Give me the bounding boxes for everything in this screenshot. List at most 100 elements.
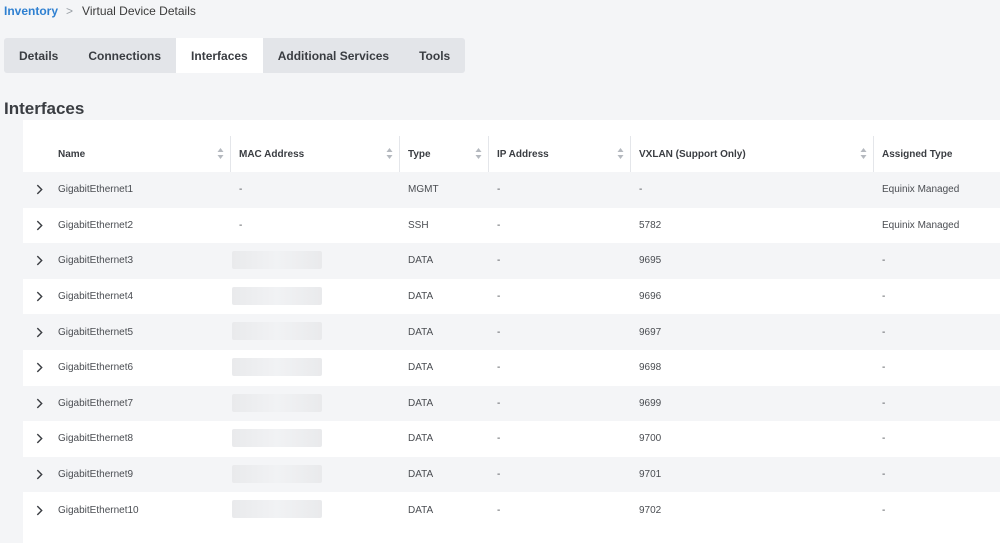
cell-assigned-type: - bbox=[882, 362, 886, 374]
cell-vxlan: 9698 bbox=[639, 362, 662, 374]
table-row[interactable]: GigabitEthernet5 DATA - 9697 - bbox=[23, 314, 1000, 350]
redacted-mac-address bbox=[232, 251, 322, 270]
redacted-mac-address bbox=[232, 429, 322, 448]
cell-type: DATA bbox=[408, 291, 434, 303]
table-row[interactable]: GigabitEthernet2 - SSH - 5782 Equinix Managed bbox=[23, 207, 1000, 244]
interfaces-table: Name MAC Address Type IP Address VXLAN (Supp… bbox=[23, 120, 1000, 543]
sort-arrows-icon[interactable] bbox=[860, 147, 867, 160]
cell-ip-address: - bbox=[497, 362, 501, 374]
cell-name: GigabitEthernet7 bbox=[58, 397, 134, 409]
tab-connections[interactable]: Connections bbox=[73, 38, 176, 73]
cell-vxlan: - bbox=[639, 184, 643, 196]
cell-assigned-type: Equinix Managed bbox=[882, 219, 960, 231]
cell-mac-address: - bbox=[239, 219, 243, 231]
tab-tools[interactable]: Tools bbox=[404, 38, 465, 73]
redacted-mac-address bbox=[232, 322, 322, 341]
column-header-name[interactable]: Name bbox=[58, 136, 230, 172]
page-title: Interfaces bbox=[4, 99, 85, 118]
cell-type: DATA bbox=[408, 469, 434, 481]
breadcrumb-inventory-link[interactable]: Inventory bbox=[4, 4, 58, 18]
cell-assigned-type: - bbox=[882, 433, 886, 445]
cell-assigned-type: - bbox=[882, 291, 886, 303]
table-row[interactable]: GigabitEthernet10 DATA - 9702 - bbox=[23, 492, 1000, 528]
sort-arrows-icon[interactable] bbox=[617, 147, 624, 160]
table-row[interactable]: GigabitEthernet1 - MGMT - - Equinix Managed bbox=[23, 172, 1000, 208]
cell-assigned-type: - bbox=[882, 504, 886, 516]
cell-ip-address: - bbox=[497, 255, 501, 267]
chevron-right-icon[interactable] bbox=[33, 208, 45, 244]
table-row[interactable]: GigabitEthernet7 DATA - 9699 - bbox=[23, 385, 1000, 422]
cell-assigned-type: - bbox=[882, 397, 886, 409]
chevron-right-icon[interactable] bbox=[33, 314, 45, 350]
sort-arrows-icon[interactable] bbox=[475, 147, 482, 160]
breadcrumb: Inventory > Virtual Device Details bbox=[4, 3, 196, 19]
cell-vxlan: 9700 bbox=[639, 433, 662, 445]
cell-type: DATA bbox=[408, 397, 434, 409]
table-row[interactable]: GigabitEthernet9 DATA - 9701 - bbox=[23, 456, 1000, 493]
column-divider bbox=[399, 136, 400, 172]
cell-type: DATA bbox=[408, 326, 434, 338]
column-divider bbox=[873, 136, 874, 172]
cell-type: DATA bbox=[408, 433, 434, 445]
chevron-right-icon[interactable] bbox=[33, 492, 45, 528]
column-header-vxlan[interactable]: VXLAN (Support Only) bbox=[639, 136, 873, 172]
table-row[interactable]: GigabitEthernet4 DATA - 9696 - bbox=[23, 278, 1000, 315]
cell-name: GigabitEthernet3 bbox=[58, 255, 134, 267]
column-header-label: MAC Address bbox=[239, 148, 305, 160]
cell-type: DATA bbox=[408, 504, 434, 516]
tab-additional-services[interactable]: Additional Services bbox=[263, 38, 404, 73]
sort-arrows-icon[interactable] bbox=[217, 147, 224, 160]
table-row[interactable]: GigabitEthernet8 DATA - 9700 - bbox=[23, 421, 1000, 457]
cell-vxlan: 5782 bbox=[639, 219, 662, 231]
table-row[interactable]: GigabitEthernet6 DATA - 9698 - bbox=[23, 349, 1000, 386]
column-header-label: Assigned Type bbox=[882, 148, 953, 160]
breadcrumb-current: Virtual Device Details bbox=[82, 4, 196, 18]
chevron-right-icon[interactable] bbox=[33, 243, 45, 279]
chevron-right-icon[interactable] bbox=[33, 421, 45, 457]
cell-vxlan: 9699 bbox=[639, 397, 662, 409]
cell-name: GigabitEthernet6 bbox=[58, 362, 134, 374]
chevron-right-icon: > bbox=[66, 4, 74, 18]
cell-ip-address: - bbox=[497, 291, 501, 303]
cell-type: MGMT bbox=[408, 184, 439, 196]
cell-ip-address: - bbox=[497, 184, 501, 196]
column-header-type[interactable]: Type bbox=[408, 136, 488, 172]
tab-details[interactable]: Details bbox=[4, 38, 73, 73]
cell-mac-address: - bbox=[239, 184, 243, 196]
column-header-assigned-type[interactable]: Assigned Type bbox=[882, 136, 1000, 172]
cell-type: DATA bbox=[408, 255, 434, 267]
cell-ip-address: - bbox=[497, 504, 501, 516]
cell-name: GigabitEthernet2 bbox=[58, 219, 134, 231]
cell-ip-address: - bbox=[497, 397, 501, 409]
redacted-mac-address bbox=[232, 393, 322, 412]
chevron-right-icon[interactable] bbox=[33, 279, 45, 315]
redacted-mac-address bbox=[232, 286, 322, 305]
cell-vxlan: 9695 bbox=[639, 255, 662, 267]
table-body: GigabitEthernet1 - MGMT - - Equinix Managed Gi… bbox=[23, 172, 1000, 528]
column-divider bbox=[630, 136, 631, 172]
column-header-label: IP Address bbox=[497, 148, 549, 160]
cell-name: GigabitEthernet5 bbox=[58, 326, 134, 338]
cell-ip-address: - bbox=[497, 469, 501, 481]
cell-type: DATA bbox=[408, 362, 434, 374]
redacted-mac-address bbox=[232, 464, 322, 483]
table-row[interactable]: GigabitEthernet3 DATA - 9695 - bbox=[23, 243, 1000, 279]
redacted-mac-address bbox=[232, 357, 322, 376]
cell-assigned-type: - bbox=[882, 255, 886, 267]
chevron-right-icon[interactable] bbox=[33, 172, 45, 208]
cell-assigned-type: - bbox=[882, 469, 886, 481]
column-header-mac-address[interactable]: MAC Address bbox=[239, 136, 399, 172]
table-header: Name MAC Address Type IP Address VXLAN (Supp… bbox=[23, 136, 1000, 172]
chevron-right-icon[interactable] bbox=[33, 350, 45, 386]
sort-arrows-icon[interactable] bbox=[386, 147, 393, 160]
column-header-label: VXLAN (Support Only) bbox=[639, 148, 746, 160]
chevron-right-icon[interactable] bbox=[33, 457, 45, 493]
redacted-mac-address bbox=[232, 500, 322, 519]
cell-ip-address: - bbox=[497, 219, 501, 231]
column-header-ip-address[interactable]: IP Address bbox=[497, 136, 630, 172]
column-header-label: Name bbox=[58, 148, 86, 160]
chevron-right-icon[interactable] bbox=[33, 386, 45, 422]
cell-vxlan: 9702 bbox=[639, 504, 662, 516]
cell-name: GigabitEthernet1 bbox=[58, 184, 134, 196]
tab-interfaces[interactable]: Interfaces bbox=[176, 38, 263, 73]
